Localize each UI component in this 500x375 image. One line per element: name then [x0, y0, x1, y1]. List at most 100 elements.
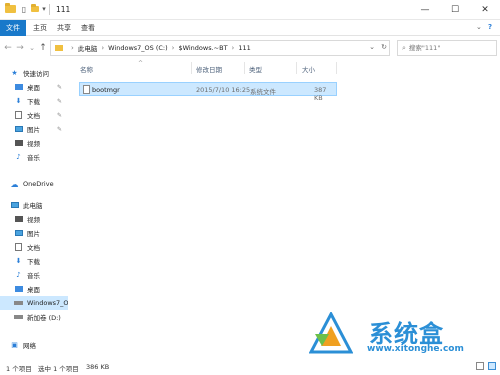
- forward-button[interactable]: →: [14, 42, 26, 54]
- nav-item-label: 图片: [27, 230, 40, 238]
- pin-icon: ✎: [56, 111, 62, 119]
- nav-item-label: 下载: [27, 98, 40, 106]
- nav-item-label: 网络: [23, 342, 36, 350]
- maximize-button[interactable]: ☐: [440, 0, 470, 20]
- nav-item-label: 音乐: [27, 154, 40, 162]
- pin-icon: ✎: [56, 125, 62, 133]
- minimize-button[interactable]: —: [410, 0, 440, 20]
- pin-icon: ✎: [56, 83, 62, 91]
- search-box[interactable]: ⌕: [397, 40, 497, 56]
- up-button[interactable]: ↑: [37, 42, 49, 54]
- nav-network[interactable]: ▣ 网络: [0, 338, 68, 352]
- close-button[interactable]: ✕: [470, 0, 500, 20]
- nav-quick-access[interactable]: ★ 快速访问: [0, 66, 68, 80]
- nav-quick-videos[interactable]: 视频: [0, 136, 68, 150]
- quick-access-toolbar-dropdown-icon[interactable]: ▾: [40, 4, 48, 14]
- nav-pc-pictures[interactable]: 图片: [0, 226, 68, 240]
- cloud-icon: ☁: [10, 179, 19, 189]
- nav-quick-downloads[interactable]: ⬇ 下载 ✎: [0, 94, 68, 108]
- video-icon: [14, 139, 23, 147]
- nav-item-label: 图片: [27, 126, 40, 134]
- breadcrumb-separator: ›: [71, 44, 74, 52]
- breadcrumb-separator: ›: [101, 44, 105, 52]
- network-icon: ▣: [11, 341, 18, 349]
- file-icon: [83, 85, 90, 94]
- drive-icon: [14, 313, 23, 321]
- file-row[interactable]: bootmgr 2015/7/10 16:25 系统文件 387 KB: [79, 82, 337, 102]
- column-divider[interactable]: [296, 62, 297, 74]
- help-icon[interactable]: ?: [488, 23, 492, 31]
- nav-item-label: 视频: [27, 216, 40, 224]
- nav-item-label: 此电脑: [23, 202, 43, 210]
- tab-share[interactable]: 共享: [54, 20, 74, 36]
- nav-item-label: OneDrive: [23, 180, 54, 188]
- ribbon-tabs: 文件 主页 共享 查看 ⌄ ?: [0, 20, 500, 36]
- column-divider[interactable]: [244, 62, 245, 74]
- column-header-modified[interactable]: 修改日期: [196, 64, 222, 74]
- search-input[interactable]: [408, 44, 489, 52]
- star-icon: ★: [11, 69, 18, 77]
- watermark: 系统盒 www.xitonghe.com: [305, 312, 500, 360]
- address-row: ← → ⌄ ↑ › 此电脑 › Windows7_OS (C:) › $Wind…: [0, 37, 500, 59]
- nav-onedrive[interactable]: ☁ OneDrive: [0, 177, 68, 191]
- nav-item-label: 文档: [27, 112, 40, 120]
- file-modified: 2015/7/10 16:25: [196, 86, 251, 94]
- breadcrumb-separator: ›: [231, 44, 235, 52]
- watermark-url: www.xitonghe.com: [367, 344, 464, 354]
- nav-quick-music[interactable]: ♪ 音乐: [0, 150, 68, 164]
- drive-icon: [14, 299, 23, 307]
- nav-pc-documents[interactable]: 文档: [0, 240, 68, 254]
- file-type: 系统文件: [250, 88, 276, 96]
- ribbon-expand-icon[interactable]: ⌄: [476, 23, 482, 31]
- music-icon: ♪: [16, 271, 21, 279]
- breadcrumb-separator: ›: [171, 44, 175, 52]
- search-icon: ⌕: [402, 43, 406, 52]
- nav-quick-desktop[interactable]: 桌面 ✎: [0, 80, 68, 94]
- breadcrumb-drive-c[interactable]: Windows7_OS (C:): [108, 44, 168, 52]
- computer-icon: [10, 201, 19, 209]
- new-folder-icon[interactable]: [30, 4, 40, 14]
- breadcrumb-this-pc[interactable]: 此电脑: [78, 43, 98, 53]
- nav-this-pc[interactable]: 此电脑: [0, 198, 68, 212]
- music-icon: ♪: [16, 153, 21, 161]
- document-icon: [14, 111, 23, 119]
- back-button[interactable]: ←: [2, 42, 14, 54]
- large-icons-view-button[interactable]: [488, 362, 496, 370]
- document-icon: [14, 243, 23, 251]
- nav-pc-videos[interactable]: 视频: [0, 212, 68, 226]
- selected-size: 386 KB: [86, 363, 110, 371]
- nav-item-label: Windows7_OS: [27, 299, 68, 307]
- nav-pc-downloads[interactable]: ⬇ 下载: [0, 254, 68, 268]
- breadcrumb-111[interactable]: 111: [238, 44, 250, 52]
- properties-icon[interactable]: ▯: [19, 4, 29, 14]
- nav-drive-d[interactable]: 新加卷 (D:): [0, 310, 68, 324]
- pictures-icon: [14, 229, 23, 237]
- nav-pc-desktop[interactable]: 桌面: [0, 282, 68, 296]
- column-header-name[interactable]: 名称: [80, 64, 93, 74]
- status-bar: 1 个项目 选中 1 个项目 386 KB: [0, 358, 500, 375]
- refresh-icon[interactable]: ↻: [381, 43, 387, 51]
- address-bar[interactable]: › 此电脑 › Windows7_OS (C:) › $Windows.~BT …: [50, 40, 390, 56]
- tab-view[interactable]: 查看: [78, 20, 98, 36]
- folder-icon: [55, 45, 63, 51]
- nav-quick-documents[interactable]: 文档 ✎: [0, 108, 68, 122]
- nav-item-label: 下载: [27, 258, 40, 266]
- details-view-button[interactable]: [476, 362, 484, 370]
- column-divider[interactable]: [336, 62, 337, 74]
- column-header-type[interactable]: 类型: [249, 64, 262, 74]
- nav-pc-music[interactable]: ♪ 音乐: [0, 268, 68, 282]
- title-separator: [49, 4, 50, 15]
- file-name: bootmgr: [92, 86, 120, 94]
- nav-quick-pictures[interactable]: 图片 ✎: [0, 122, 68, 136]
- column-divider[interactable]: [191, 62, 192, 74]
- nav-item-label: 桌面: [27, 84, 40, 92]
- column-header-size[interactable]: 大小: [302, 64, 315, 74]
- pin-icon: ✎: [56, 97, 62, 105]
- tab-home[interactable]: 主页: [30, 20, 50, 36]
- pictures-icon: [14, 125, 23, 133]
- nav-item-label: 音乐: [27, 272, 40, 280]
- address-dropdown-icon[interactable]: ⌄: [369, 43, 375, 51]
- tab-file[interactable]: 文件: [0, 20, 26, 36]
- breadcrumb-windows-bt[interactable]: $Windows.~BT: [178, 44, 227, 52]
- nav-drive-c[interactable]: Windows7_OS: [0, 296, 68, 310]
